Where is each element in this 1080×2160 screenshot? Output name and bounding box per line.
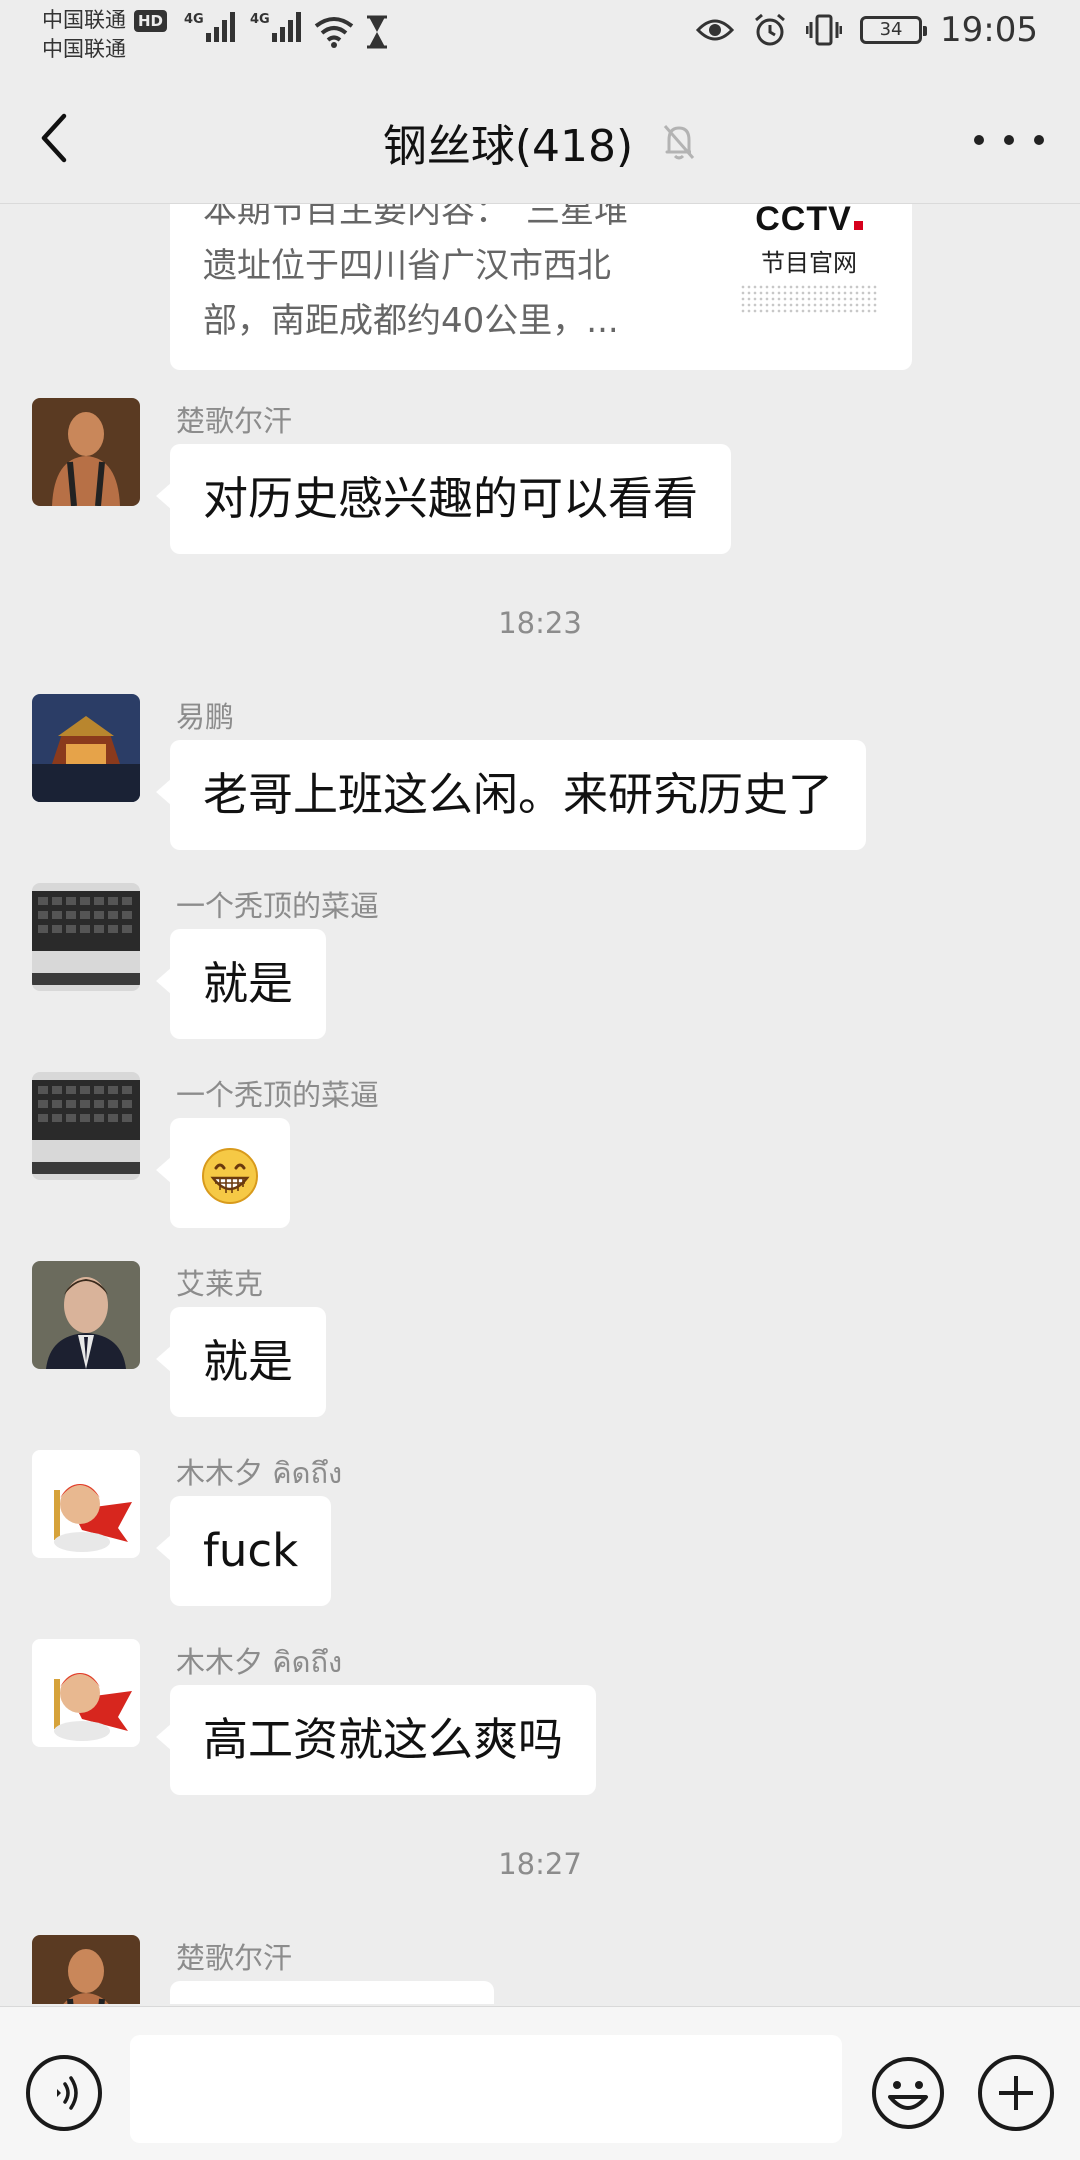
status-bar: 中国联通 HD 中国联通 4G 4G 34 19:05 [0, 0, 1080, 70]
carrier-1: 中国联通 [42, 8, 126, 32]
chat-header: 钢丝球(418) [0, 70, 1080, 204]
message-bubble[interactable]: 老哥上班这么闲。来研究历史了 [155, 740, 867, 850]
avatar[interactable] [32, 694, 140, 802]
sender-name: 楚歌尔汗 [176, 404, 293, 438]
alarm-icon [755, 13, 785, 46]
voice-icon[interactable] [26, 2055, 102, 2131]
avatar[interactable] [32, 1450, 140, 1558]
bell-off-icon [664, 125, 695, 160]
chat-title: 钢丝球(418) [0, 110, 1080, 174]
sender-name: 艾莱克 [176, 1267, 264, 1301]
cctv-logo: CCTV [736, 204, 882, 239]
avatar[interactable] [32, 1072, 140, 1180]
avatar[interactable] [32, 1935, 140, 2004]
message-bubble[interactable]: 就是 [155, 1307, 327, 1417]
input-bar [0, 2006, 1080, 2160]
battery-icon: 34 [860, 16, 928, 44]
wifi-icon [314, 17, 354, 48]
vibrate-icon [806, 14, 843, 46]
message-bubble[interactable] [170, 1981, 494, 2004]
timestamp: 18:23 [498, 606, 582, 640]
grin-emoji-icon [202, 1148, 258, 1204]
carrier-2: 中国联通 [42, 37, 126, 61]
cctv-thumbnail: CCTV 节目官网 [736, 204, 882, 314]
status-right: 34 19:05 [696, 10, 1038, 50]
plus-icon[interactable] [978, 2055, 1054, 2131]
link-card-text: 本期节目主要内容： 三星堆 遗址位于四川省广汉市西北 部，南距成都约40公里，.… [203, 204, 628, 341]
sender-name: 木木夕 คิดถึง [176, 1456, 343, 1490]
avatar[interactable] [32, 1261, 140, 1369]
message-input[interactable] [130, 2035, 842, 2143]
message-bubble[interactable]: fuck [155, 1496, 332, 1606]
group-name: 钢丝球(418) [382, 121, 634, 172]
message-bubble[interactable]: 就是 [155, 929, 327, 1039]
hd-badge: HD [134, 9, 168, 32]
link-card[interactable]: 本期节目主要内容： 三星堆 遗址位于四川省广汉市西北 部，南距成都约40公里，.… [170, 204, 912, 370]
more-icon[interactable] [974, 110, 1044, 170]
hourglass-icon [367, 15, 387, 49]
signal-icon-2: 4G [250, 12, 301, 42]
sender-name: 一个秃顶的菜逼 [176, 1078, 380, 1112]
avatar[interactable] [32, 1639, 140, 1747]
timestamp: 18:27 [498, 1847, 582, 1881]
sender-name: 楚歌尔汗 [176, 1941, 293, 1975]
sender-name: 易鹏 [176, 700, 235, 734]
carrier-info: 中国联通 HD 中国联通 [42, 6, 168, 64]
avatar[interactable] [32, 398, 140, 506]
emoji-icon[interactable] [870, 2055, 946, 2131]
eye-icon [696, 19, 735, 41]
message-bubble[interactable]: 对历史感兴趣的可以看看 [155, 444, 732, 554]
message-bubble[interactable]: 高工资就这么爽吗 [155, 1685, 597, 1795]
chat-messages[interactable]: 本期节目主要内容： 三星堆 遗址位于四川省广汉市西北 部，南距成都约40公里，.… [0, 204, 1080, 2004]
message-bubble[interactable] [156, 1118, 290, 1228]
signal-icon: 4G [184, 12, 235, 42]
clock: 19:05 [940, 10, 1038, 50]
sender-name: 木木夕 คิดถึง [176, 1645, 343, 1679]
sender-name: 一个秃顶的菜逼 [176, 889, 380, 923]
avatar[interactable] [32, 883, 140, 991]
